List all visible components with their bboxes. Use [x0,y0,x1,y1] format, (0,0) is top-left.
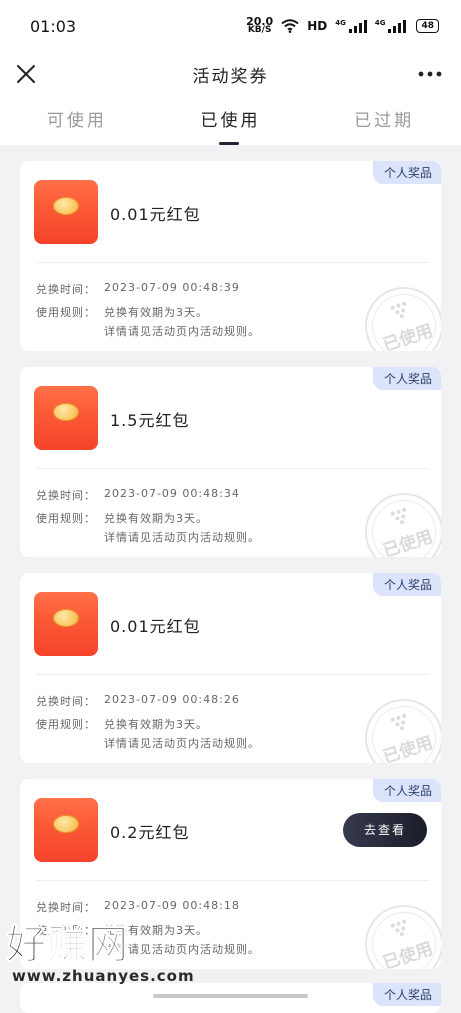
status-bar: 01:03 20.0 KB/S HD 4G 4G 48 [0,0,461,52]
prize-type-badge: 个人奖品 [372,983,441,1006]
tab-bar: 可使用 已使用 已过期 [0,97,461,145]
tab-expired[interactable]: 已过期 [307,97,461,145]
page-title: 活动奖券 [192,67,269,87]
prize-type-badge: 个人奖品 [372,161,441,184]
signal-2-icon: 4G [375,19,407,33]
divider [36,468,429,469]
usage-rule-line1: 兑换有效期为3天。 [104,718,208,731]
usage-rule-line2: 详情请见活动页内活动规则。 [104,737,260,750]
prize-type-badge: 个人奖品 [372,573,441,596]
usage-rule-label: 使用规则： [36,718,96,731]
signal-1-icon: 4G [335,19,367,33]
voucher-card[interactable]: 个人奖品 0.01元红包 兑换时间： 2023-07-09 00:48:26 使… [20,573,441,763]
battery-icon: 48 [416,19,439,33]
home-indicator[interactable] [153,994,308,998]
usage-rule-label: 使用规则： [36,306,96,319]
divider [36,880,429,881]
red-packet-icon [34,180,98,244]
used-stamp-icon: 已使用 [354,482,441,557]
status-time: 01:03 [30,16,77,36]
redeem-time-value: 2023-07-09 00:48:39 [104,281,240,294]
tab-available[interactable]: 可使用 [0,97,154,145]
usage-rule-line2: 详情请见活动页内活动规则。 [104,531,260,544]
voucher-card[interactable]: 个人奖品 1.5元红包 兑换时间： 2023-07-09 00:48:34 使用… [20,367,441,557]
prize-name: 0.01元红包 [110,205,201,224]
status-icons: 20.0 KB/S HD 4G 4G 48 [246,15,439,35]
site-watermark: 好赚网 [6,922,129,969]
more-icon[interactable] [417,64,443,84]
page-header: 活动奖券 [0,52,461,97]
usage-rule-label: 使用规则： [36,512,96,525]
site-watermark-url: www.zhuanyes.com [12,967,195,985]
redeem-time-label: 兑换时间： [36,489,96,502]
prize-type-badge: 个人奖品 [372,367,441,390]
voucher-card[interactable]: 个人奖品 0.01元红包 兑换时间： 2023-07-09 00:48:39 使… [20,161,441,351]
wifi-icon [281,19,299,33]
close-icon[interactable] [14,62,38,86]
red-packet-icon [34,386,98,450]
prize-name: 0.01元红包 [110,617,201,636]
used-stamp-icon: 已使用 [354,894,441,969]
prize-name: 0.2元红包 [110,823,190,842]
used-stamp-icon: 已使用 [354,276,441,351]
prize-name: 1.5元红包 [110,411,190,430]
red-packet-icon [34,592,98,656]
redeem-time-label: 兑换时间： [36,283,96,296]
used-stamp-icon: 已使用 [354,688,441,763]
divider [36,262,429,263]
red-packet-icon [34,798,98,862]
divider [36,674,429,675]
hd-indicator: HD [307,19,328,33]
voucher-card-partial[interactable]: 个人奖品 [20,983,441,1013]
redeem-time-label: 兑换时间： [36,695,96,708]
usage-rule-line1: 兑换有效期为3天。 [104,512,208,525]
redeem-time-value: 2023-07-09 00:48:34 [104,487,240,500]
view-button[interactable]: 去查看 [343,813,427,847]
usage-rule-line2: 详情请见活动页内活动规则。 [104,325,260,338]
tab-used[interactable]: 已使用 [154,97,308,145]
network-speed: 20.0 KB/S [246,15,274,35]
usage-rule-line1: 兑换有效期为3天。 [104,306,208,319]
redeem-time-value: 2023-07-09 00:48:26 [104,693,240,706]
prize-type-badge: 个人奖品 [372,779,441,802]
redeem-time-value: 2023-07-09 00:48:18 [104,899,240,912]
